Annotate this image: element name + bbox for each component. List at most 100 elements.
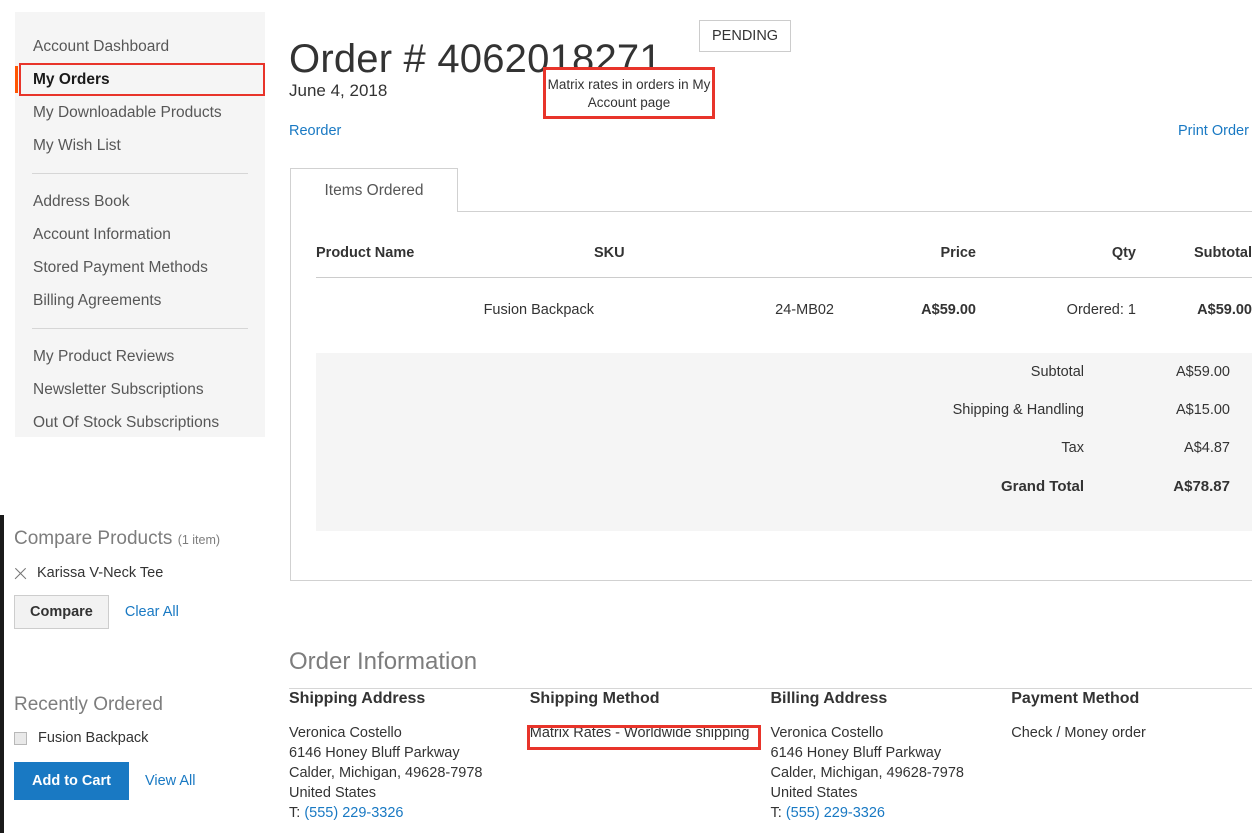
compare-products-block: Compare Products (1 item) Karissa V-Neck…: [14, 528, 276, 629]
recently-ordered-checkbox[interactable]: [14, 731, 27, 745]
sidebar-divider: [32, 173, 248, 174]
sidebar-item-my-orders[interactable]: My Orders: [15, 63, 265, 96]
shipping-address-city-line: Calder, Michigan, 49628-7978: [289, 765, 483, 781]
compare-products-title-text: Compare Products: [14, 528, 173, 549]
recently-ordered-actions: Add to Cart View All: [14, 762, 276, 800]
cell-qty: Ordered: 1: [1066, 302, 1136, 318]
sidebar-item-out-of-stock-subscriptions[interactable]: Out Of Stock Subscriptions: [15, 406, 265, 439]
sidebar-item-billing-agreements[interactable]: Billing Agreements: [15, 284, 265, 317]
compare-products-title: Compare Products (1 item): [14, 528, 276, 551]
order-view-page: Account Dashboard My Orders My Downloada…: [0, 0, 1252, 833]
sidebar-item-label: My Downloadable Products: [33, 104, 222, 121]
sidebar-item-stored-payment-methods[interactable]: Stored Payment Methods: [15, 251, 265, 284]
billing-address-phone-row: T: (555) 229-3326: [771, 803, 1012, 823]
shipping-address-block: Shipping Address Veronica Costello 6146 …: [289, 690, 530, 823]
phone-prefix: T:: [770, 805, 786, 821]
sidebar-item-label: Address Book: [33, 193, 130, 210]
totals-row-subtotal: Subtotal A$59.00: [316, 353, 1252, 391]
shipping-method-block: Shipping Method Matrix Rates - Worldwide…: [530, 690, 771, 823]
totals-row-shipping: Shipping & Handling A$15.00: [316, 391, 1252, 429]
sidebar-item-label: Stored Payment Methods: [33, 259, 208, 276]
viewport-edge-artifact: [0, 515, 4, 833]
totals-value: A$15.00: [1175, 402, 1230, 418]
shipping-address-street: 6146 Honey Bluff Parkway: [289, 745, 460, 761]
phone-prefix: T:: [289, 805, 305, 821]
totals-label: Grand Total: [1000, 478, 1084, 495]
billing-address-heading: Billing Address: [770, 690, 888, 707]
totals-value: A$59.00: [1175, 364, 1230, 380]
column-header-sku: SKU: [594, 245, 834, 278]
totals-value: A$78.87: [1173, 478, 1230, 495]
clear-all-link[interactable]: Clear All: [125, 604, 179, 620]
totals-value: A$4.87: [1184, 440, 1230, 456]
column-header-price: Price: [834, 245, 976, 278]
cell-price: A$59.00: [921, 302, 976, 318]
payment-method-heading: Payment Method: [1011, 690, 1140, 707]
active-accent-bar: [15, 66, 18, 93]
sidebar-item-label: My Orders: [33, 71, 110, 88]
close-icon[interactable]: [14, 567, 27, 580]
sidebar-item-address-book[interactable]: Address Book: [15, 185, 265, 218]
cell-subtotal: A$59.00: [1197, 302, 1252, 318]
compare-actions: Compare Clear All: [14, 595, 276, 629]
table-row: Fusion Backpack 24-MB02 A$59.00 Ordered:…: [316, 278, 1252, 343]
order-date: June 4, 2018: [289, 81, 388, 100]
sidebar-item-my-downloadable-products[interactable]: My Downloadable Products: [15, 96, 265, 129]
billing-address-country: United States: [770, 785, 858, 801]
status-badge: PENDING: [699, 20, 792, 52]
recently-ordered-block: Recently Ordered Fusion Backpack Add to …: [14, 694, 276, 800]
items-ordered-table: Product Name SKU Price Qty Subtotal Fusi…: [316, 245, 1252, 342]
payment-method-block: Payment Method Check / Money order: [1011, 690, 1252, 823]
sidebar-item-label: Out Of Stock Subscriptions: [33, 414, 220, 431]
annotation-shipping-method-box: [527, 725, 761, 750]
shipping-address-phone-row: T: (555) 229-3326: [289, 803, 530, 823]
billing-address-street: 6146 Honey Bluff Parkway: [770, 745, 942, 761]
account-sidebar-nav: Account Dashboard My Orders My Downloada…: [15, 12, 265, 439]
table-header-row: Product Name SKU Price Qty Subtotal: [316, 245, 1252, 278]
view-all-link[interactable]: View All: [145, 773, 196, 789]
billing-address-name: Veronica Costello: [770, 725, 884, 741]
tab-items-ordered[interactable]: Items Ordered: [290, 168, 458, 212]
sidebar-item-label: Billing Agreements: [33, 292, 162, 309]
shipping-address-heading: Shipping Address: [289, 690, 426, 707]
shipping-address-name: Veronica Costello: [289, 725, 402, 741]
totals-label: Tax: [1061, 440, 1084, 456]
billing-address-phone[interactable]: (555) 229-3326: [786, 805, 885, 821]
tab-active-mask: [291, 210, 457, 213]
cell-product-name: Fusion Backpack: [483, 302, 594, 318]
column-header-qty: Qty: [976, 245, 1136, 278]
column-header-subtotal: Subtotal: [1136, 245, 1252, 278]
billing-address-block: Billing Address Veronica Costello 6146 H…: [771, 690, 1012, 823]
sidebar-item-label: My Product Reviews: [33, 348, 175, 365]
payment-method-value: Check / Money order: [1011, 725, 1146, 741]
sidebar-item-my-product-reviews[interactable]: My Product Reviews: [15, 340, 265, 373]
sidebar-item-account-information[interactable]: Account Information: [15, 218, 265, 251]
shipping-method-heading: Shipping Method: [529, 690, 660, 707]
compare-product-name[interactable]: Karissa V-Neck Tee: [37, 565, 163, 581]
sidebar-divider: [32, 328, 248, 329]
totals-label: Shipping & Handling: [952, 402, 1084, 418]
compare-products-count: (1 item): [177, 533, 221, 547]
billing-address-city-line: Calder, Michigan, 49628-7978: [770, 765, 964, 781]
recently-ordered-product-name[interactable]: Fusion Backpack: [38, 730, 148, 746]
compare-button[interactable]: Compare: [14, 595, 109, 629]
totals-row-tax: Tax A$4.87: [316, 429, 1252, 467]
shipping-address-body: Veronica Costello 6146 Honey Bluff Parkw…: [289, 723, 530, 823]
reorder-link[interactable]: Reorder: [289, 123, 341, 139]
shipping-address-phone[interactable]: (555) 229-3326: [304, 805, 403, 821]
sidebar-item-newsletter-subscriptions[interactable]: Newsletter Subscriptions: [15, 373, 265, 406]
cell-sku: 24-MB02: [775, 302, 834, 318]
sidebar-item-label: Newsletter Subscriptions: [33, 381, 204, 398]
shipping-address-country: United States: [289, 785, 377, 801]
order-information-title: Order Information: [289, 648, 1252, 689]
add-to-cart-button[interactable]: Add to Cart: [14, 762, 129, 800]
sidebar-item-my-wish-list[interactable]: My Wish List: [15, 129, 265, 162]
billing-address-body: Veronica Costello 6146 Honey Bluff Parkw…: [771, 723, 1012, 823]
print-order-link[interactable]: Print Order: [1178, 123, 1249, 139]
compare-list-item: Karissa V-Neck Tee: [14, 565, 276, 581]
totals-row-grand-total: Grand Total A$78.87: [316, 467, 1252, 506]
sidebar-item-account-dashboard[interactable]: Account Dashboard: [15, 30, 265, 63]
order-information-columns: Shipping Address Veronica Costello 6146 …: [289, 690, 1252, 823]
sidebar-item-label: My Wish List: [33, 137, 121, 154]
totals-label: Subtotal: [1030, 364, 1084, 380]
